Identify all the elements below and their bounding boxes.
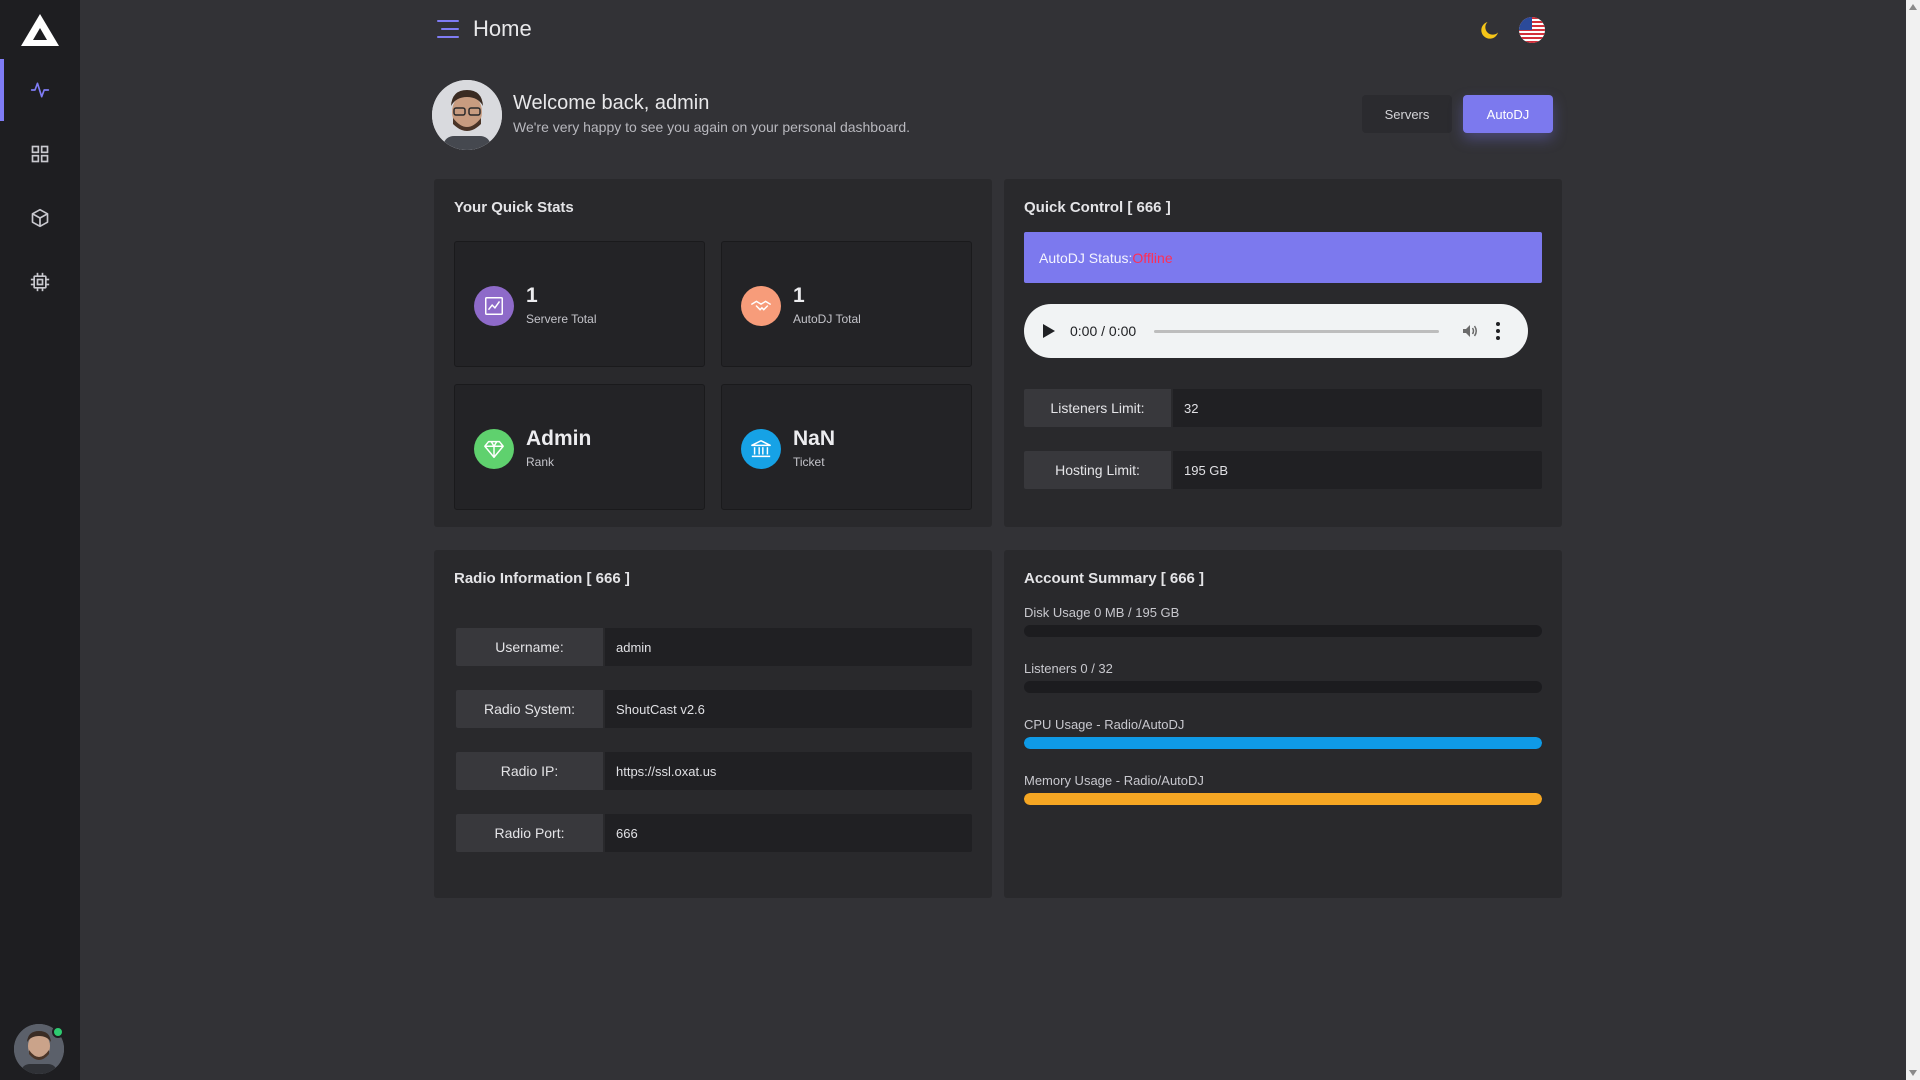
handshake-icon	[741, 286, 781, 326]
page-title: Home	[473, 16, 532, 41]
stat-card-rank: Admin Rank	[454, 384, 705, 510]
cpu-usage-fill	[1024, 737, 1542, 749]
memory-usage-label: Memory Usage - Radio/AutoDJ	[1024, 773, 1204, 788]
stat-label: Rank	[526, 455, 555, 469]
radio-information-title: Radio Information [ 666 ]	[454, 570, 630, 587]
welcome-title: Welcome back, admin	[513, 92, 710, 114]
stat-value: NaN	[793, 427, 836, 450]
stat-value: 1	[526, 284, 538, 307]
disk-usage-bar	[1024, 625, 1542, 637]
stat-card-ticket: NaN Ticket	[721, 384, 972, 510]
servers-button[interactable]: Servers	[1362, 95, 1452, 133]
sidebar-item-activity[interactable]	[0, 59, 80, 121]
cpu-icon	[30, 272, 50, 292]
scroll-up-arrow-icon[interactable]	[1909, 4, 1917, 10]
radio-ip-field[interactable]: https://ssl.oxat.us	[605, 752, 972, 790]
stat-card-servers: 1 Servere Total	[454, 241, 705, 367]
listeners-limit-label: Listeners Limit:	[1024, 389, 1171, 427]
stat-label: Servere Total	[526, 312, 597, 326]
cpu-usage-bar	[1024, 737, 1542, 749]
sidebar-item-grid[interactable]	[0, 123, 80, 185]
autodj-status-label: AutoDJ Status:	[1039, 249, 1133, 266]
radio-system-field[interactable]: ShoutCast v2.6	[605, 690, 972, 728]
username-label: Username:	[456, 628, 603, 666]
memory-usage-fill	[1024, 793, 1542, 805]
radio-system-label: Radio System:	[456, 690, 603, 728]
autodj-status-bar: AutoDJ Status: Offline	[1024, 232, 1542, 283]
listeners-usage-bar	[1024, 681, 1542, 693]
stat-card-autodj: 1 AutoDJ Total	[721, 241, 972, 367]
hosting-limit-label: Hosting Limit:	[1024, 451, 1171, 489]
audio-player: 0:00 / 0:00	[1024, 304, 1528, 358]
welcome-subtitle: We're very happy to see you again on you…	[513, 119, 910, 135]
radio-port-label: Radio Port:	[456, 814, 603, 852]
cpu-usage-label: CPU Usage - Radio/AutoDJ	[1024, 717, 1185, 732]
sidebar-item-cpu[interactable]	[0, 251, 80, 313]
quick-stats-title: Your Quick Stats	[454, 199, 574, 216]
sidebar-item-cube[interactable]	[0, 187, 80, 249]
diamond-icon	[474, 429, 514, 469]
account-summary-title: Account Summary [ 666 ]	[1024, 570, 1205, 587]
us-flag-icon[interactable]	[1519, 17, 1545, 43]
moon-icon[interactable]	[1478, 18, 1502, 42]
logo-icon[interactable]	[21, 14, 59, 46]
volume-icon[interactable]	[1461, 322, 1479, 340]
autodj-status-value: Offline	[1132, 249, 1173, 266]
scroll-down-arrow-icon[interactable]	[1909, 1070, 1917, 1076]
welcome-avatar	[432, 80, 502, 150]
cube-icon	[31, 208, 49, 228]
activity-icon	[30, 82, 50, 98]
radio-port-field[interactable]: 666	[605, 814, 972, 852]
play-icon[interactable]	[1042, 323, 1056, 339]
username-field[interactable]: admin	[605, 628, 972, 666]
menu-toggle-icon[interactable]	[436, 18, 460, 40]
hosting-limit-field[interactable]: 195 GB	[1173, 451, 1542, 489]
sidebar	[0, 0, 80, 1080]
chart-icon	[474, 286, 514, 326]
stat-label: AutoDJ Total	[793, 312, 861, 326]
listeners-limit-field[interactable]: 32	[1173, 389, 1542, 427]
stat-label: Ticket	[793, 455, 825, 469]
page-scrollbar[interactable]	[1906, 0, 1920, 1080]
autodj-button[interactable]: AutoDJ	[1463, 95, 1553, 133]
quick-control-title: Quick Control [ 666 ]	[1024, 199, 1171, 216]
online-status-dot	[52, 1026, 64, 1038]
radio-ip-label: Radio IP:	[456, 752, 603, 790]
quick-control-panel: Quick Control [ 666 ] AutoDJ Status: Offl…	[1004, 179, 1562, 527]
more-options-icon[interactable]	[1495, 321, 1501, 341]
bank-icon	[741, 429, 781, 469]
stat-value: Admin	[526, 427, 592, 450]
grid-icon	[31, 145, 49, 163]
stat-value: 1	[793, 284, 805, 307]
radio-information-panel: Radio Information [ 666 ] Username: admi…	[434, 550, 992, 898]
memory-usage-bar	[1024, 793, 1542, 805]
audio-progress-slider[interactable]	[1154, 330, 1439, 333]
disk-usage-label: Disk Usage 0 MB / 195 GB	[1024, 605, 1180, 620]
quick-stats-panel: Your Quick Stats 1 Servere Total 1 AutoD…	[434, 179, 992, 527]
audio-time: 0:00 / 0:00	[1070, 323, 1137, 339]
listeners-usage-label: Listeners 0 / 32	[1024, 661, 1113, 676]
account-summary-panel: Account Summary [ 666 ] Disk Usage 0 MB …	[1004, 550, 1562, 898]
